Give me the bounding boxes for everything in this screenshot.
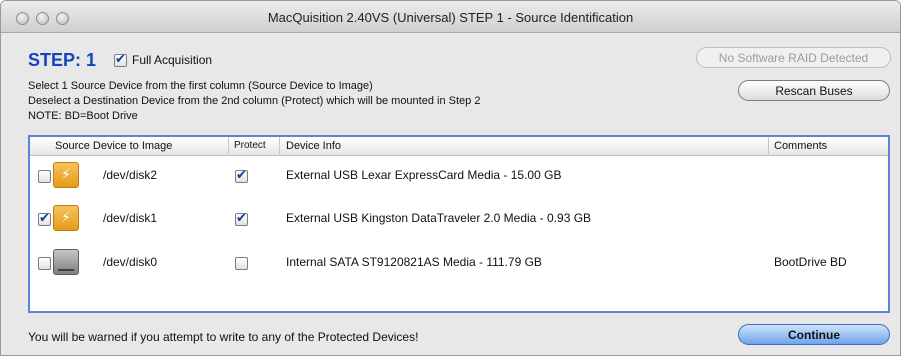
hard-drive-icon — [53, 249, 79, 275]
full-acquisition-checkbox[interactable] — [114, 51, 127, 67]
full-acquisition-toggle[interactable]: Full Acquisition — [114, 51, 213, 67]
continue-button[interactable]: Continue — [738, 324, 890, 345]
device-table: Source Device to Image Protect Device In… — [28, 135, 890, 313]
device-path: /dev/disk2 — [103, 168, 158, 182]
column-divider — [228, 137, 229, 156]
column-header-protect[interactable]: Protect — [234, 140, 266, 151]
app-window: MacQuisition 2.40VS (Universal) STEP 1 -… — [0, 0, 901, 356]
protected-devices-warning: You will be warned if you attempt to wri… — [28, 330, 419, 344]
table-row[interactable]: ⚡ /dev/disk1 External USB Kingston DataT… — [30, 201, 888, 237]
column-divider — [279, 137, 280, 156]
full-acquisition-label: Full Acquisition — [132, 53, 213, 67]
step-title: STEP: 1 — [28, 50, 97, 70]
device-info: External USB Kingston DataTraveler 2.0 M… — [286, 211, 592, 225]
column-header-source[interactable]: Source Device to Image — [55, 140, 172, 152]
column-divider — [768, 137, 769, 156]
rescan-buses-button[interactable]: Rescan Buses — [738, 80, 890, 101]
source-select-checkbox[interactable] — [38, 210, 51, 226]
device-path: /dev/disk0 — [103, 255, 158, 269]
protect-checkbox[interactable] — [235, 167, 248, 183]
protect-checkbox[interactable] — [235, 257, 248, 270]
device-path: /dev/disk1 — [103, 211, 158, 225]
usb-drive-icon: ⚡ — [53, 162, 79, 188]
source-select-checkbox[interactable] — [38, 257, 51, 270]
raid-status-badge: No Software RAID Detected — [696, 47, 891, 68]
instruction-line: Deselect a Destination Device from the 2… — [28, 95, 481, 107]
table-row[interactable]: ⚡ /dev/disk2 External USB Lexar ExpressC… — [30, 158, 888, 194]
device-info: Internal SATA ST9120821AS Media - 111.79… — [286, 255, 542, 269]
device-info: External USB Lexar ExpressCard Media - 1… — [286, 168, 562, 182]
device-comment: BootDrive BD — [774, 255, 847, 269]
table-header: Source Device to Image Protect Device In… — [30, 137, 888, 156]
column-header-comments[interactable]: Comments — [774, 140, 827, 152]
title-bar: MacQuisition 2.40VS (Universal) STEP 1 -… — [1, 1, 900, 33]
column-header-device-info[interactable]: Device Info — [286, 140, 341, 152]
instruction-note: NOTE: BD=Boot Drive — [28, 110, 138, 122]
usb-drive-icon: ⚡ — [53, 205, 79, 231]
instruction-line: Select 1 Source Device from the first co… — [28, 80, 373, 92]
protect-checkbox[interactable] — [235, 210, 248, 226]
source-select-checkbox[interactable] — [38, 170, 51, 183]
table-row[interactable]: /dev/disk0 Internal SATA ST9120821AS Med… — [30, 245, 888, 281]
window-title: MacQuisition 2.40VS (Universal) STEP 1 -… — [267, 10, 634, 25]
